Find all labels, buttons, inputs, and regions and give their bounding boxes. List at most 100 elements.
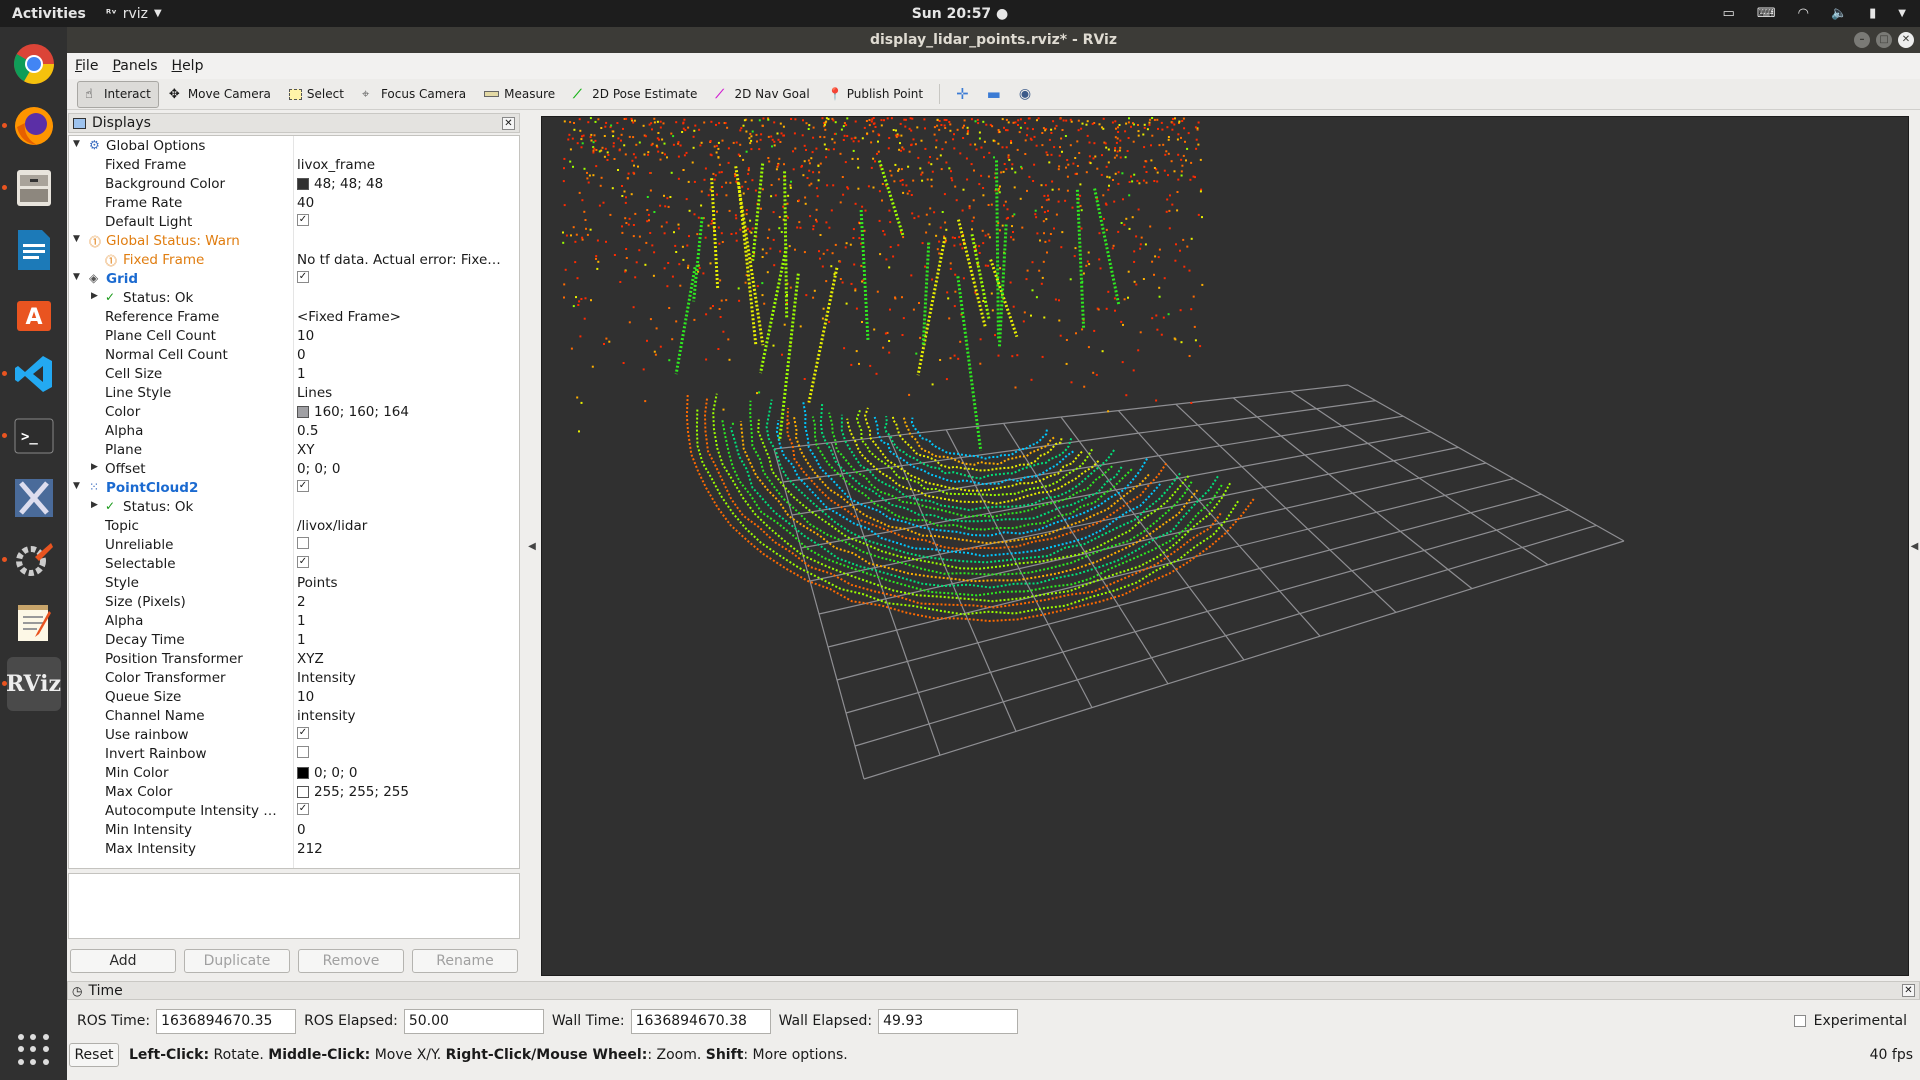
menu-file[interactable]: File bbox=[75, 58, 98, 74]
nav-goal-tool[interactable]: ⟋ 2D Nav Goal bbox=[707, 81, 817, 108]
property-value[interactable]: 48; 48; 48 bbox=[297, 176, 519, 192]
tree-row-fixed-frame[interactable]: Fixed Frame livox_frame bbox=[69, 155, 519, 174]
expand-arrow-icon[interactable]: ▶ bbox=[91, 462, 98, 472]
duplicate-display-button[interactable]: Duplicate bbox=[184, 949, 290, 973]
clock[interactable]: Sun 20:57 ● bbox=[0, 6, 1920, 22]
tree-row-background-color[interactable]: Background Color 48; 48; 48 bbox=[69, 174, 519, 193]
tree-row-topic[interactable]: Topic /livox/lidar bbox=[69, 516, 519, 535]
tree-row-plane-cell-count[interactable]: Plane Cell Count 10 bbox=[69, 326, 519, 345]
tree-row-selectable[interactable]: Selectable ✓ bbox=[69, 554, 519, 573]
expand-arrow-icon[interactable]: ▶ bbox=[91, 291, 98, 301]
tree-row-reference-frame[interactable]: Reference Frame <Fixed Frame> bbox=[69, 307, 519, 326]
interact-tool[interactable]: ☝ Interact bbox=[77, 80, 159, 108]
right-panel-collapse-handle[interactable]: ◀ bbox=[1909, 116, 1920, 976]
tree-row-max-color[interactable]: Max Color 255; 255; 255 bbox=[69, 782, 519, 801]
collapse-arrow-icon[interactable]: ▼ bbox=[73, 481, 80, 491]
expand-arrow-icon[interactable]: ▶ bbox=[91, 500, 98, 510]
tree-row-global-options[interactable]: ▼ ⚙ Global Options bbox=[69, 136, 519, 155]
screen-icon[interactable]: ▭ bbox=[1723, 6, 1735, 21]
close-panel-icon[interactable]: ✕ bbox=[1902, 984, 1915, 997]
tree-row-unreliable[interactable]: Unreliable bbox=[69, 535, 519, 554]
vscode-launcher[interactable] bbox=[1, 347, 61, 401]
tree-row-use-rainbow[interactable]: Use rainbow ✓ bbox=[69, 725, 519, 744]
property-value[interactable]: 40 bbox=[297, 195, 519, 211]
tree-row-max-intensity[interactable]: Max Intensity 212 bbox=[69, 839, 519, 858]
tree-row-style[interactable]: Style Points bbox=[69, 573, 519, 592]
collapse-arrow-icon[interactable]: ▼ bbox=[73, 272, 80, 282]
tree-row-decay-time[interactable]: Decay Time 1 bbox=[69, 630, 519, 649]
activities-button[interactable]: Activities bbox=[0, 6, 98, 22]
wifi-icon[interactable]: ◠ bbox=[1798, 6, 1809, 21]
tree-row-offset[interactable]: ▶ Offset 0; 0; 0 bbox=[69, 459, 519, 478]
tree-row-line-style[interactable]: Line Style Lines bbox=[69, 383, 519, 402]
tree-row-color-transformer[interactable]: Color Transformer Intensity bbox=[69, 668, 519, 687]
checkbox-checked[interactable]: ✓ bbox=[297, 727, 309, 739]
xserver-launcher[interactable] bbox=[7, 471, 61, 525]
select-tool[interactable]: Select bbox=[281, 81, 352, 108]
focus-camera-tool[interactable]: ⌖ Focus Camera bbox=[354, 81, 474, 108]
files-launcher[interactable] bbox=[1, 161, 61, 215]
tree-row-queue-size[interactable]: Queue Size 10 bbox=[69, 687, 519, 706]
text-editor-launcher[interactable] bbox=[7, 595, 61, 649]
show-applications-grid-icon[interactable] bbox=[18, 1034, 50, 1066]
software-center-launcher[interactable]: A bbox=[7, 285, 61, 339]
checkbox-checked[interactable]: ✓ bbox=[297, 556, 309, 568]
close-button[interactable]: ✕ bbox=[1898, 32, 1914, 48]
tree-row-pointcloud-status[interactable]: ▶ ✓ Status: Ok bbox=[69, 497, 519, 516]
tree-row-cell-size[interactable]: Cell Size 1 bbox=[69, 364, 519, 383]
system-tray[interactable]: ▭ ⌨ ◠ 🔈 ▮ ▼ bbox=[1723, 0, 1906, 27]
add-display-button[interactable]: Add bbox=[70, 949, 176, 973]
chrome-launcher[interactable] bbox=[7, 37, 61, 91]
tree-row-min-color[interactable]: Min Color 0; 0; 0 bbox=[69, 763, 519, 782]
remove-tool-button[interactable]: ▬ bbox=[979, 81, 1009, 108]
experimental-checkbox[interactable] bbox=[1793, 1015, 1806, 1027]
window-titlebar[interactable]: display_lidar_points.rviz* - RViz – □ ✕ bbox=[67, 27, 1920, 53]
keyboard-icon[interactable]: ⌨ bbox=[1757, 6, 1776, 21]
move-camera-tool[interactable]: ✥ Move Camera bbox=[161, 81, 279, 108]
tree-row-alpha[interactable]: Alpha 0.5 bbox=[69, 421, 519, 440]
pose-estimate-tool[interactable]: ⟋ 2D Pose Estimate bbox=[565, 81, 705, 108]
tree-row-frame-rate[interactable]: Frame Rate 40 bbox=[69, 193, 519, 212]
3d-render-viewport[interactable] bbox=[541, 116, 1909, 976]
tree-row-grid-status[interactable]: ▶ ✓ Status: Ok bbox=[69, 288, 519, 307]
rename-display-button[interactable]: Rename bbox=[412, 949, 518, 973]
remove-display-button[interactable]: Remove bbox=[298, 949, 404, 973]
minimize-button[interactable]: – bbox=[1854, 32, 1870, 48]
collapse-arrow-icon[interactable]: ▼ bbox=[73, 234, 80, 244]
tree-row-status-fixed-frame[interactable]: ⓵ Fixed Frame No tf data. Actual error: … bbox=[69, 250, 519, 269]
tree-row-pointcloud2[interactable]: ▼ ⁙ PointCloud2 ✓ bbox=[69, 478, 519, 497]
left-panel-collapse-handle[interactable]: ◀ bbox=[525, 116, 539, 976]
tree-row-size-pixels[interactable]: Size (Pixels) 2 bbox=[69, 592, 519, 611]
volume-icon[interactable]: 🔈 bbox=[1831, 6, 1847, 21]
checkbox-checked[interactable]: ✓ bbox=[297, 271, 309, 283]
rviz-launcher[interactable]: RViz bbox=[1, 657, 61, 711]
wall-time-field[interactable]: 1636894670.38 bbox=[630, 1008, 771, 1034]
publish-point-tool[interactable]: 📍 Publish Point bbox=[820, 81, 931, 108]
checkbox-checked[interactable]: ✓ bbox=[297, 480, 309, 492]
terminal-launcher[interactable]: >_ bbox=[1, 409, 61, 463]
tree-row-normal-cell-count[interactable]: Normal Cell Count 0 bbox=[69, 345, 519, 364]
checkbox-checked[interactable]: ✓ bbox=[297, 803, 309, 815]
tree-row-grid[interactable]: ▼ ◈ Grid ✓ bbox=[69, 269, 519, 288]
checkbox-checked[interactable]: ✓ bbox=[297, 214, 309, 226]
ros-time-field[interactable]: 1636894670.35 bbox=[156, 1008, 297, 1034]
tree-row-position-transformer[interactable]: Position Transformer XYZ bbox=[69, 649, 519, 668]
app-menu[interactable]: ᴿᵛ rviz ▼ bbox=[106, 6, 162, 22]
firefox-launcher[interactable] bbox=[1, 99, 61, 153]
experimental-option[interactable]: Experimental bbox=[1793, 1013, 1907, 1029]
tree-row-channel-name[interactable]: Channel Name intensity bbox=[69, 706, 519, 725]
add-tool-button[interactable]: ✛ bbox=[948, 81, 977, 108]
reset-button[interactable]: Reset bbox=[69, 1043, 119, 1067]
property-value[interactable]: livox_frame bbox=[297, 157, 519, 173]
collapse-arrow-icon[interactable]: ▼ bbox=[73, 139, 80, 149]
wall-elapsed-field[interactable]: 49.93 bbox=[878, 1008, 1019, 1034]
tree-row-invert-rainbow[interactable]: Invert Rainbow bbox=[69, 744, 519, 763]
ros-elapsed-field[interactable]: 50.00 bbox=[403, 1008, 544, 1034]
tree-row-min-intensity[interactable]: Min Intensity 0 bbox=[69, 820, 519, 839]
menu-help[interactable]: Help bbox=[172, 58, 204, 74]
settings-launcher[interactable] bbox=[1, 533, 61, 587]
checkbox-unchecked[interactable] bbox=[297, 746, 309, 758]
tree-row-default-light[interactable]: Default Light ✓ bbox=[69, 212, 519, 231]
tree-row-global-status[interactable]: ▼ ⓵ Global Status: Warn bbox=[69, 231, 519, 250]
tree-row-plane[interactable]: Plane XY bbox=[69, 440, 519, 459]
